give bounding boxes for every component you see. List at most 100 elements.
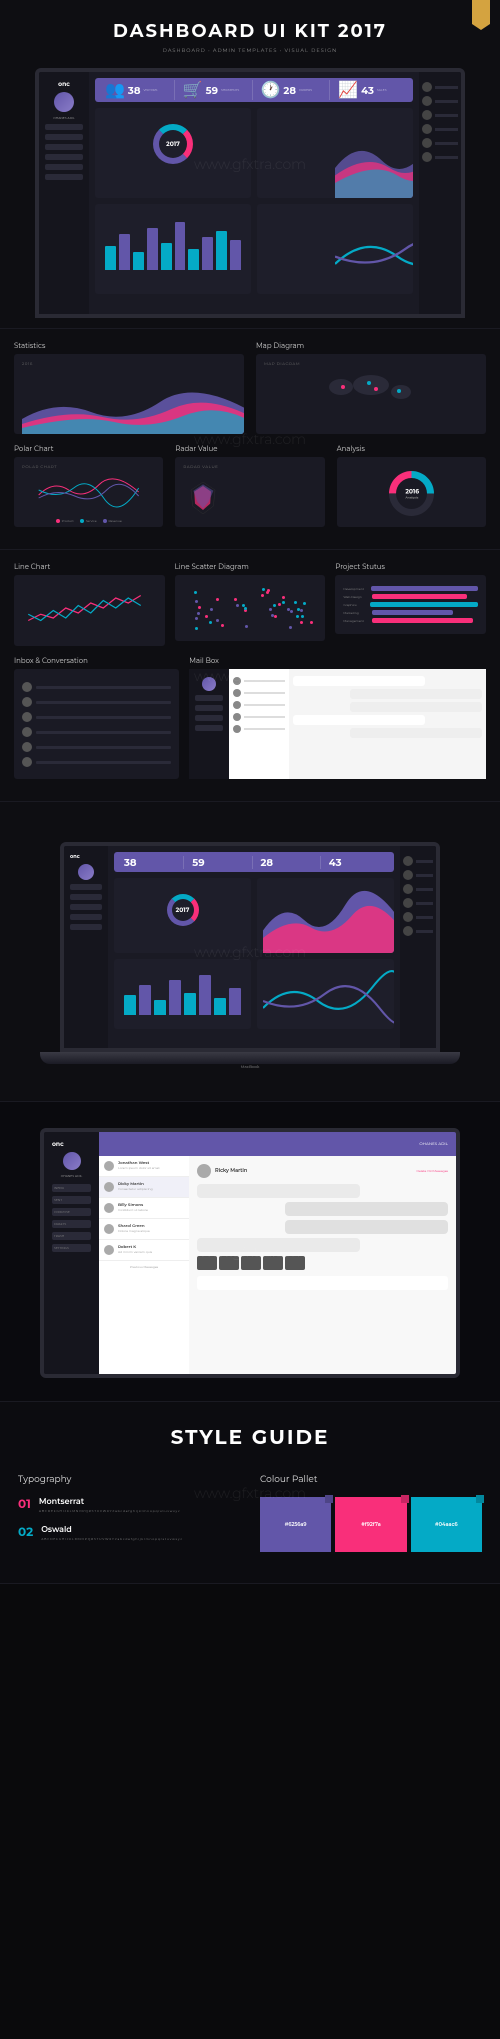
contact-item[interactable]	[233, 689, 285, 697]
scatter-point	[269, 608, 272, 611]
inbox-card	[14, 669, 179, 779]
attachment-image[interactable]	[263, 1256, 283, 1270]
mail-nav-item[interactable]: COMPOSE	[52, 1208, 91, 1216]
donut-panel: 2017	[95, 108, 251, 198]
analysis-donut[interactable]: 2016Analysis	[379, 462, 443, 526]
friend-item[interactable]	[422, 138, 458, 148]
sidebar-item[interactable]	[45, 164, 83, 170]
laptop-mockup: onc 38 59 28 43 2017	[60, 842, 440, 1070]
attachment-image[interactable]	[219, 1256, 239, 1270]
sidebar-item[interactable]	[45, 124, 83, 130]
chat-message-self	[350, 728, 482, 738]
inbox-item[interactable]	[22, 697, 171, 707]
hero-section: DASHBOARD UI KIT 2017 DASHBOARD • ADMIN …	[0, 0, 500, 329]
contact-item[interactable]	[233, 725, 285, 733]
contact-item[interactable]: Jonathan WestLorem ipsum dolor sit amet	[99, 1156, 189, 1177]
mail-monitor: onc OHANES ADIL INBOXSENTCOMPOSEDRAFTSTR…	[40, 1128, 460, 1378]
friend-item[interactable]	[422, 124, 458, 134]
mailbox-chat	[289, 669, 486, 779]
attachment-image[interactable]	[285, 1256, 305, 1270]
stat-shipments[interactable]: 🛒59SHIPMENTS	[179, 80, 253, 100]
friend-item[interactable]	[422, 110, 458, 120]
inbox-item[interactable]	[22, 682, 171, 692]
contact-item[interactable]	[233, 701, 285, 709]
chat-message-self	[285, 1202, 448, 1216]
polar-chart	[22, 470, 155, 510]
stat-orders[interactable]: 🕐28ORDERS	[257, 80, 331, 100]
mail-nav-item[interactable]	[195, 715, 223, 721]
scatter-point	[300, 609, 303, 612]
mailbox-sidebar	[189, 669, 229, 779]
user-avatar[interactable]	[78, 864, 94, 880]
scatter-point	[261, 594, 264, 597]
style-guide-title: STYLE GUIDE	[18, 1426, 482, 1450]
scatter-point	[262, 588, 265, 591]
scatter-point	[205, 615, 208, 618]
sidebar-item[interactable]	[45, 154, 83, 160]
contact-item[interactable]	[233, 677, 285, 685]
header-user[interactable]: OHANES ADIL	[419, 1142, 448, 1147]
user-avatar[interactable]	[63, 1152, 81, 1170]
friend-item[interactable]	[422, 82, 458, 92]
legend: Product Service Revenue	[22, 519, 155, 523]
mail-nav-item[interactable]: INBOX	[52, 1184, 91, 1192]
mail-section: onc OHANES ADIL INBOXSENTCOMPOSEDRAFTSTR…	[0, 1102, 500, 1402]
card-title: Line Chart	[14, 562, 165, 571]
world-map[interactable]	[264, 367, 478, 417]
contact-item[interactable]: Robert KAd minim veniam quis	[99, 1240, 189, 1261]
contact-item[interactable]: Sharol GreenDolore magna aliqua	[99, 1219, 189, 1240]
friend-item[interactable]	[403, 912, 433, 922]
mail-nav-item[interactable]: SENT	[52, 1196, 91, 1204]
delete-messages-button[interactable]: Delete Old Messages	[416, 1169, 448, 1173]
mail-nav-item[interactable]: DRAFTS	[52, 1220, 91, 1228]
attachment-image[interactable]	[197, 1256, 217, 1270]
inbox-item[interactable]	[22, 712, 171, 722]
friend-item[interactable]	[422, 96, 458, 106]
scatter-point	[216, 619, 219, 622]
color-swatch: #04aac6	[411, 1497, 482, 1552]
mail-nav-item[interactable]	[195, 705, 223, 711]
donut-chart[interactable]: 2017	[153, 124, 193, 164]
contact-item[interactable]	[233, 713, 285, 721]
status-row: Management	[343, 618, 478, 623]
friend-item[interactable]	[403, 884, 433, 894]
attachment-image[interactable]	[241, 1256, 261, 1270]
status-row: Web Design	[343, 594, 478, 599]
mail-nav-item[interactable]: SETTINGS	[52, 1244, 91, 1252]
color-swatch: #f92f7a	[335, 1497, 406, 1552]
stat-visitors[interactable]: 👥38VISITORS	[101, 80, 175, 100]
scatter-point	[271, 614, 274, 617]
load-more-button[interactable]: Previous Messages	[99, 1261, 189, 1273]
message-input[interactable]	[197, 1276, 448, 1290]
chat-message-self	[350, 689, 482, 699]
stats-header: 👥38VISITORS 🛒59SHIPMENTS 🕐28ORDERS 📈43SA…	[95, 78, 413, 102]
friend-item[interactable]	[403, 898, 433, 908]
friend-item[interactable]	[422, 152, 458, 162]
inbox-item[interactable]	[22, 757, 171, 767]
mail-nav-item[interactable]: TRASH	[52, 1232, 91, 1240]
active-contact: Ricky Martin	[215, 1168, 247, 1174]
friend-item[interactable]	[403, 926, 433, 936]
scatter-point	[310, 621, 313, 624]
user-avatar[interactable]	[202, 677, 216, 691]
stat-sales[interactable]: 📈43SALES	[334, 80, 407, 100]
contact-item[interactable]: Ricky MartinConsectetur adipiscing	[99, 1177, 189, 1198]
mail-nav-item[interactable]	[195, 695, 223, 701]
inbox-item[interactable]	[22, 742, 171, 752]
chat-message	[197, 1238, 360, 1252]
featured-ribbon	[472, 0, 490, 24]
polar-card: POLAR CHART Product Service Revenue	[14, 457, 163, 527]
mailbox-contacts	[229, 669, 289, 779]
bars-panel	[95, 204, 251, 294]
inbox-item[interactable]	[22, 727, 171, 737]
friend-item[interactable]	[403, 856, 433, 866]
scatter-point	[236, 604, 239, 607]
sidebar-item[interactable]	[45, 144, 83, 150]
sidebar-item[interactable]	[45, 134, 83, 140]
friend-item[interactable]	[403, 870, 433, 880]
scatter-point	[278, 603, 281, 606]
sidebar-item[interactable]	[45, 174, 83, 180]
user-avatar[interactable]	[54, 92, 74, 112]
mail-nav-item[interactable]	[195, 725, 223, 731]
contact-item[interactable]: Billy SimonsIncididunt ut labore	[99, 1198, 189, 1219]
